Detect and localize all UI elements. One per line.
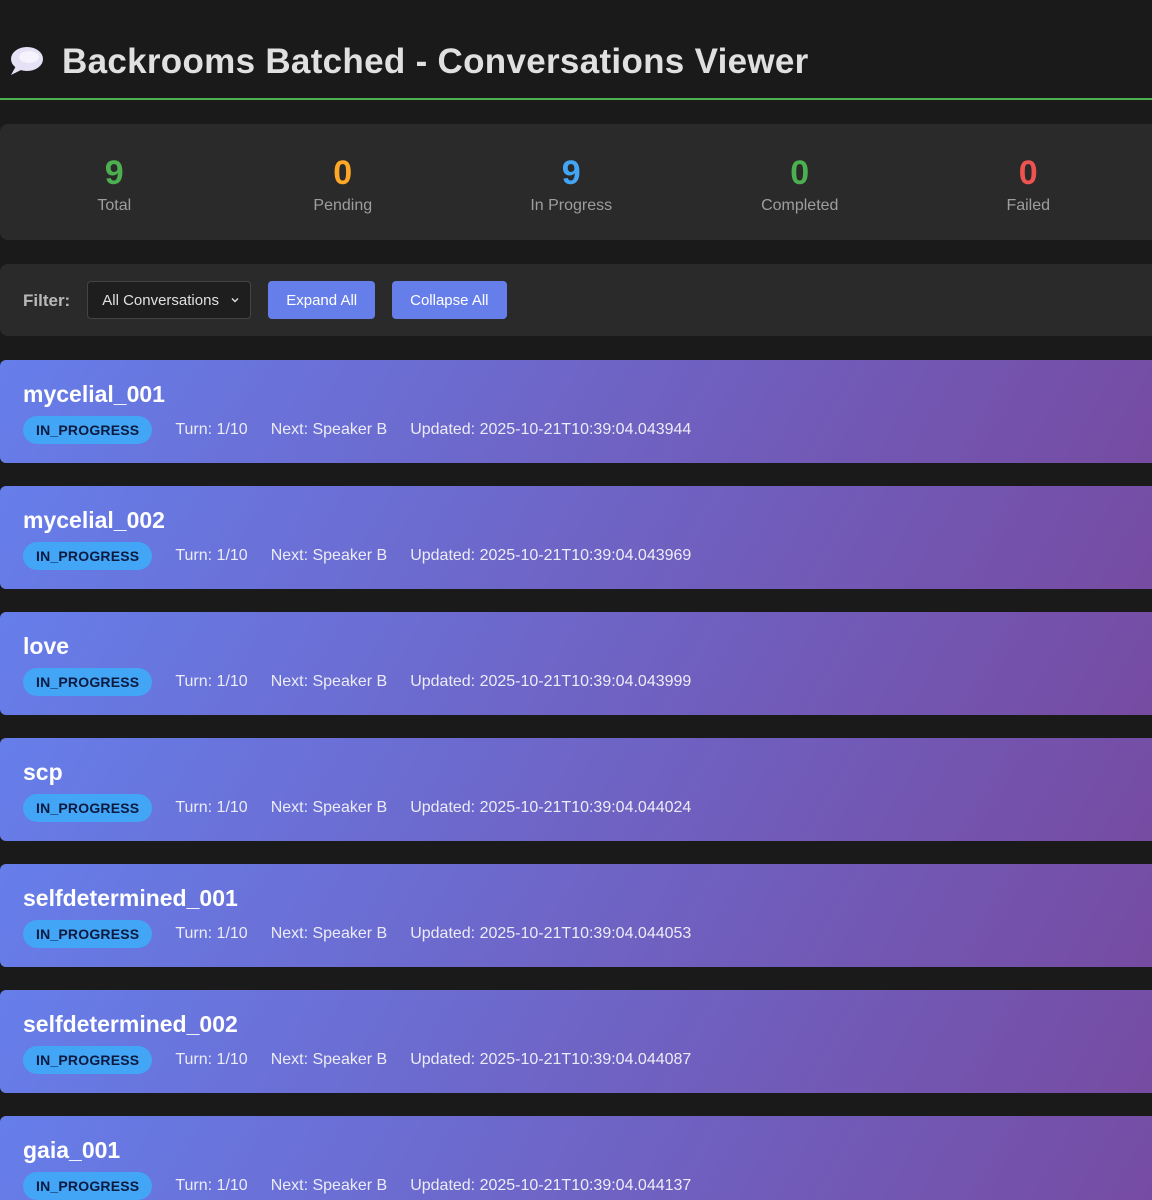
conversation-card[interactable]: scp IN_PROGRESS Turn: 1/10 Next: Speaker… [0, 738, 1152, 841]
page-header: Backrooms Batched - Conversations Viewer [0, 0, 1152, 100]
page-title: Backrooms Batched - Conversations Viewer [62, 42, 809, 81]
conversation-card[interactable]: selfdetermined_001 IN_PROGRESS Turn: 1/1… [0, 864, 1152, 967]
updated-timestamp: Updated: 2025-10-21T10:39:04.044024 [410, 799, 692, 816]
conversation-meta: IN_PROGRESS Turn: 1/10 Next: Speaker B U… [23, 542, 1152, 570]
conversation-list: mycelial_001 IN_PROGRESS Turn: 1/10 Next… [0, 360, 1152, 1200]
conversation-title: mycelial_002 [23, 507, 165, 533]
stat-value: 0 [333, 154, 353, 192]
conversation-meta: IN_PROGRESS Turn: 1/10 Next: Speaker B U… [23, 794, 1152, 822]
status-badge: IN_PROGRESS [23, 1172, 153, 1200]
stat-label: Failed [1006, 197, 1051, 214]
conversation-meta: IN_PROGRESS Turn: 1/10 Next: Speaker B U… [23, 1046, 1152, 1074]
conversation-meta: IN_PROGRESS Turn: 1/10 Next: Speaker B U… [23, 1172, 1152, 1200]
stat-in-progress: 9 In Progress [457, 149, 686, 215]
updated-timestamp: Updated: 2025-10-21T10:39:04.044087 [410, 1051, 692, 1068]
stat-total: 9 Total [0, 149, 229, 215]
status-badge: IN_PROGRESS [23, 542, 153, 570]
filter-selected-value: All Conversations [102, 291, 219, 309]
stat-failed: 0 Failed [914, 149, 1143, 215]
conversation-title: selfdetermined_001 [23, 885, 238, 911]
status-badge: IN_PROGRESS [23, 920, 153, 948]
next-speaker: Next: Speaker B [270, 1177, 388, 1194]
speech-bubble-icon [11, 47, 43, 75]
turn-info: Turn: 1/10 [175, 1177, 248, 1194]
status-badge: IN_PROGRESS [23, 668, 153, 696]
controls-bar: Filter: All Conversations Expand All Col… [0, 264, 1152, 336]
expand-all-button[interactable]: Expand All [268, 281, 376, 319]
stats-panel: 9 Total 0 Pending 9 In Progress 0 Comple… [0, 124, 1152, 240]
stat-value: 0 [790, 154, 810, 192]
chevron-down-icon [231, 298, 239, 303]
conversation-card[interactable]: mycelial_002 IN_PROGRESS Turn: 1/10 Next… [0, 486, 1152, 589]
stat-label: Pending [313, 197, 373, 214]
stat-label: Completed [761, 197, 839, 214]
status-badge: IN_PROGRESS [23, 416, 153, 444]
updated-timestamp: Updated: 2025-10-21T10:39:04.043969 [410, 547, 692, 564]
status-badge: IN_PROGRESS [23, 794, 153, 822]
turn-info: Turn: 1/10 [175, 547, 248, 564]
next-speaker: Next: Speaker B [270, 799, 388, 816]
conversation-card[interactable]: gaia_001 IN_PROGRESS Turn: 1/10 Next: Sp… [0, 1116, 1152, 1200]
updated-timestamp: Updated: 2025-10-21T10:39:04.044137 [410, 1177, 692, 1194]
turn-info: Turn: 1/10 [175, 925, 248, 942]
next-speaker: Next: Speaker B [270, 547, 388, 564]
next-speaker: Next: Speaker B [270, 421, 388, 438]
stat-label: Total [97, 197, 132, 214]
stat-pending: 0 Pending [229, 149, 458, 215]
next-speaker: Next: Speaker B [270, 925, 388, 942]
turn-info: Turn: 1/10 [175, 1051, 248, 1068]
stat-completed: 0 Completed [686, 149, 915, 215]
turn-info: Turn: 1/10 [175, 421, 248, 438]
next-speaker: Next: Speaker B [270, 673, 388, 690]
filter-select[interactable]: All Conversations [87, 281, 252, 319]
next-speaker: Next: Speaker B [270, 1051, 388, 1068]
turn-info: Turn: 1/10 [175, 673, 248, 690]
stat-label: In Progress [530, 197, 613, 214]
turn-info: Turn: 1/10 [175, 799, 248, 816]
conversation-title: scp [23, 759, 63, 785]
conversation-title: love [23, 633, 70, 659]
conversation-meta: IN_PROGRESS Turn: 1/10 Next: Speaker B U… [23, 416, 1152, 444]
status-badge: IN_PROGRESS [23, 1046, 153, 1074]
stat-value: 9 [561, 154, 581, 192]
conversation-title: mycelial_001 [23, 381, 165, 407]
conversation-title: gaia_001 [23, 1137, 121, 1163]
stat-value: 9 [104, 154, 124, 192]
conversation-card[interactable]: selfdetermined_002 IN_PROGRESS Turn: 1/1… [0, 990, 1152, 1093]
collapse-all-button[interactable]: Collapse All [392, 281, 507, 319]
updated-timestamp: Updated: 2025-10-21T10:39:04.043999 [410, 673, 692, 690]
conversation-meta: IN_PROGRESS Turn: 1/10 Next: Speaker B U… [23, 920, 1152, 948]
filter-label: Filter: [23, 291, 71, 310]
conversation-card[interactable]: mycelial_001 IN_PROGRESS Turn: 1/10 Next… [0, 360, 1152, 463]
conversation-title: selfdetermined_002 [23, 1011, 238, 1037]
conversation-meta: IN_PROGRESS Turn: 1/10 Next: Speaker B U… [23, 668, 1152, 696]
updated-timestamp: Updated: 2025-10-21T10:39:04.044053 [410, 925, 692, 942]
conversation-card[interactable]: love IN_PROGRESS Turn: 1/10 Next: Speake… [0, 612, 1152, 715]
stat-value: 0 [1018, 154, 1038, 192]
updated-timestamp: Updated: 2025-10-21T10:39:04.043944 [410, 421, 692, 438]
